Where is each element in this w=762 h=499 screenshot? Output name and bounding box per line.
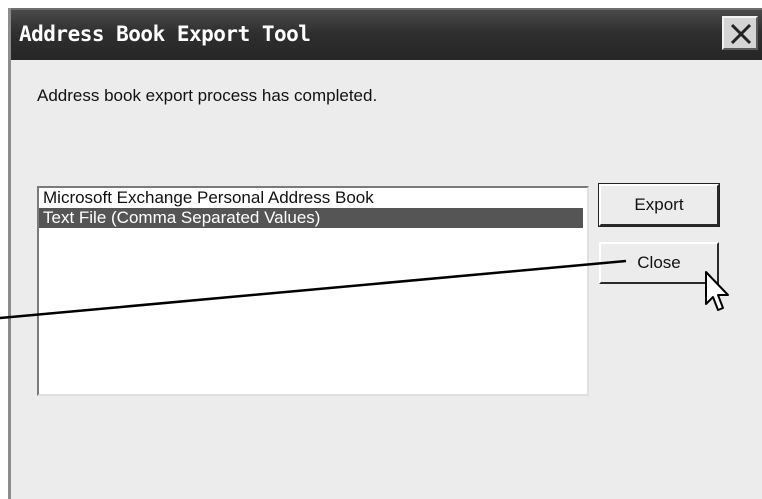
- export-dialog: Address Book Export Tool Address book ex…: [8, 8, 762, 499]
- export-button[interactable]: Export: [598, 183, 720, 227]
- title-bar[interactable]: Address Book Export Tool: [11, 8, 762, 60]
- mouse-pointer-icon: [705, 271, 729, 311]
- list-item-exchange-pab[interactable]: Microsoft Exchange Personal Address Book: [39, 188, 587, 208]
- window-close-button[interactable]: [722, 16, 758, 50]
- window-title: Address Book Export Tool: [19, 22, 311, 46]
- status-message: Address book export process has complete…: [37, 86, 378, 105]
- list-item-text-csv[interactable]: Text File (Comma Separated Values): [39, 208, 583, 228]
- export-format-list[interactable]: Microsoft Exchange Personal Address Book…: [37, 186, 589, 396]
- close-icon: [730, 23, 752, 45]
